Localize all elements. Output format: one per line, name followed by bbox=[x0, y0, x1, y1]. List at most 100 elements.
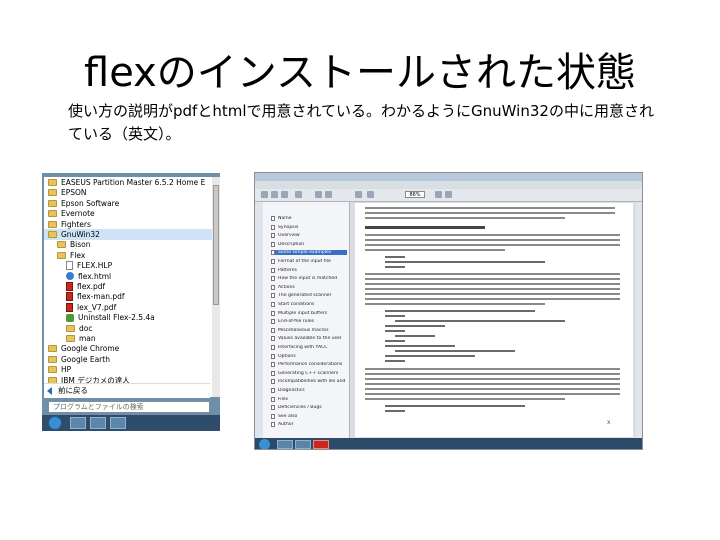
bookmark-label: See also bbox=[278, 413, 298, 419]
bookmark-label: Author bbox=[278, 422, 294, 428]
bookmark-page-icon bbox=[271, 310, 275, 316]
start-menu-item[interactable]: Google Earth bbox=[44, 354, 214, 365]
start-menu-item[interactable]: Evernote bbox=[44, 208, 214, 219]
next-page-icon[interactable] bbox=[325, 191, 332, 198]
bookmark-label: Start conditions bbox=[278, 302, 315, 307]
open-icon[interactable] bbox=[261, 191, 268, 198]
start-menu-item[interactable]: man bbox=[44, 333, 220, 344]
start-menu-item[interactable]: lex_V7.pdf bbox=[44, 302, 220, 313]
start-menu-item-label: flex.html bbox=[78, 271, 112, 281]
start-menu-item[interactable]: FLEX.HLP bbox=[44, 260, 220, 271]
start-menu-item[interactable]: GnuWin32 bbox=[44, 229, 214, 240]
bookmark-item[interactable]: Overview bbox=[271, 233, 347, 239]
bookmark-item[interactable]: Name bbox=[271, 216, 347, 221]
bookmark-page-icon bbox=[271, 345, 275, 350]
bookmark-item[interactable]: Performance considerations bbox=[271, 362, 347, 368]
zoom-field[interactable]: 86% bbox=[405, 191, 425, 198]
taskbar-ie-button[interactable] bbox=[70, 417, 86, 429]
pdf-icon bbox=[66, 302, 73, 312]
viewer-taskbar-explorer-button[interactable] bbox=[295, 440, 311, 449]
bookmark-item[interactable]: Multiple input buffers bbox=[271, 310, 347, 316]
viewer-taskbar-pdf-button[interactable] bbox=[313, 440, 329, 449]
bookmark-item[interactable]: Some simple examples bbox=[271, 250, 347, 256]
folder-icon bbox=[48, 199, 57, 207]
start-menu-item[interactable]: flex-man.pdf bbox=[44, 291, 220, 302]
start-menu-item[interactable]: Flex bbox=[44, 250, 220, 261]
save-icon[interactable] bbox=[271, 191, 278, 198]
bookmark-item[interactable]: Author bbox=[271, 422, 347, 428]
zoom-in-icon[interactable] bbox=[367, 191, 374, 198]
bookmark-item[interactable]: Diagnostics bbox=[271, 388, 347, 393]
folder-icon bbox=[57, 241, 66, 249]
page-text-line bbox=[385, 256, 405, 258]
start-menu-screenshot: EASEUS Partition Master 6.5.2 Home E EPSO… bbox=[42, 173, 220, 431]
start-menu-item[interactable]: doc bbox=[44, 323, 220, 334]
start-menu-item-label: Google Earth bbox=[61, 354, 110, 364]
bookmark-item[interactable]: Synopsis bbox=[271, 224, 347, 230]
search-input[interactable]: プログラムとファイルの検索 bbox=[48, 401, 210, 413]
start-menu-scroll-thumb[interactable] bbox=[213, 185, 219, 305]
bookmark-item[interactable]: Files bbox=[271, 396, 347, 402]
bookmark-page-icon bbox=[271, 224, 275, 230]
prev-page-icon[interactable] bbox=[315, 191, 322, 198]
bookmark-item[interactable]: Values available to the user bbox=[271, 336, 347, 342]
bookmark-item[interactable]: Format of the input file bbox=[271, 259, 347, 264]
bookmark-item[interactable]: Options bbox=[271, 353, 347, 359]
start-menu-item-label: doc bbox=[79, 323, 93, 333]
bookmark-label: End-of-file rules bbox=[278, 319, 315, 325]
bookmark-item[interactable]: Incompatibilities with lex and POSIX bbox=[271, 379, 347, 385]
bookmark-item[interactable]: End-of-file rules bbox=[271, 319, 347, 325]
bookmark-item[interactable]: Description bbox=[271, 241, 347, 247]
fit-page-icon[interactable] bbox=[435, 191, 442, 198]
page-text-line bbox=[385, 330, 405, 332]
viewer-start-orb-icon[interactable] bbox=[259, 439, 270, 449]
bookmark-page-icon bbox=[271, 336, 275, 342]
bookmark-item[interactable]: Miscellaneous macros bbox=[271, 327, 347, 333]
bookmark-item[interactable]: Generating C++ scanners bbox=[271, 370, 347, 376]
start-menu-item[interactable]: Epson Software bbox=[44, 198, 214, 209]
start-menu-item[interactable]: flex.html bbox=[44, 271, 220, 282]
start-menu-item[interactable]: Fighters bbox=[44, 219, 214, 230]
mail-icon[interactable] bbox=[295, 191, 302, 198]
bookmark-item[interactable]: Start conditions bbox=[271, 302, 347, 307]
page-text-line bbox=[365, 383, 620, 385]
page-text-line bbox=[385, 345, 455, 347]
bookmark-page-icon bbox=[271, 276, 275, 282]
zoom-out-icon[interactable] bbox=[355, 191, 362, 198]
bookmark-label: Description bbox=[278, 241, 305, 247]
start-menu-item-label: Epson Software bbox=[61, 198, 120, 208]
page-text-line bbox=[385, 315, 405, 317]
bookmark-page-icon bbox=[271, 233, 275, 239]
start-orb-icon[interactable] bbox=[48, 416, 62, 430]
viewer-scrollbar[interactable] bbox=[636, 202, 642, 438]
bookmark-item[interactable]: The generated scanner bbox=[271, 293, 347, 299]
bookmark-item[interactable]: Deficiencies / Bugs bbox=[271, 405, 347, 411]
back-button[interactable]: 前に戻る bbox=[44, 383, 210, 398]
bookmark-page-icon bbox=[271, 250, 275, 256]
taskbar-explorer-button[interactable] bbox=[90, 417, 106, 429]
viewer-taskbar-ie-button[interactable] bbox=[277, 440, 293, 449]
start-menu-item[interactable]: Bison bbox=[44, 239, 220, 250]
bookmark-item[interactable]: Actions bbox=[271, 284, 347, 290]
viewer-title-bar bbox=[255, 173, 642, 181]
page-text-line bbox=[365, 212, 615, 214]
start-menu-item-label: lex_V7.pdf bbox=[77, 302, 117, 312]
bookmark-label: Some simple examples bbox=[278, 250, 332, 256]
start-menu-item-label: Flex bbox=[70, 250, 86, 260]
bookmark-page-icon bbox=[271, 319, 275, 325]
page-text-line bbox=[365, 378, 620, 380]
start-menu-item[interactable]: flex.pdf bbox=[44, 281, 220, 292]
start-menu-item[interactable]: Uninstall Flex-2.5.4a bbox=[44, 312, 220, 323]
print-icon[interactable] bbox=[281, 191, 288, 198]
start-menu-item[interactable]: EASEUS Partition Master 6.5.2 Home E bbox=[44, 177, 214, 188]
bookmark-item[interactable]: Patterns bbox=[271, 267, 347, 273]
taskbar-app-button[interactable] bbox=[110, 417, 126, 429]
bookmark-item[interactable]: How the input is matched bbox=[271, 276, 347, 282]
start-menu-item[interactable]: HP bbox=[44, 364, 214, 375]
bookmark-item[interactable]: Interfacing with YACC bbox=[271, 345, 347, 350]
fit-width-icon[interactable] bbox=[445, 191, 452, 198]
start-menu-item[interactable]: Google Chrome bbox=[44, 343, 214, 354]
start-menu-item[interactable]: EPSON bbox=[44, 187, 214, 198]
bookmark-label: Incompatibilities with lex and POSIX bbox=[278, 379, 347, 385]
bookmark-item[interactable]: See also bbox=[271, 413, 347, 419]
